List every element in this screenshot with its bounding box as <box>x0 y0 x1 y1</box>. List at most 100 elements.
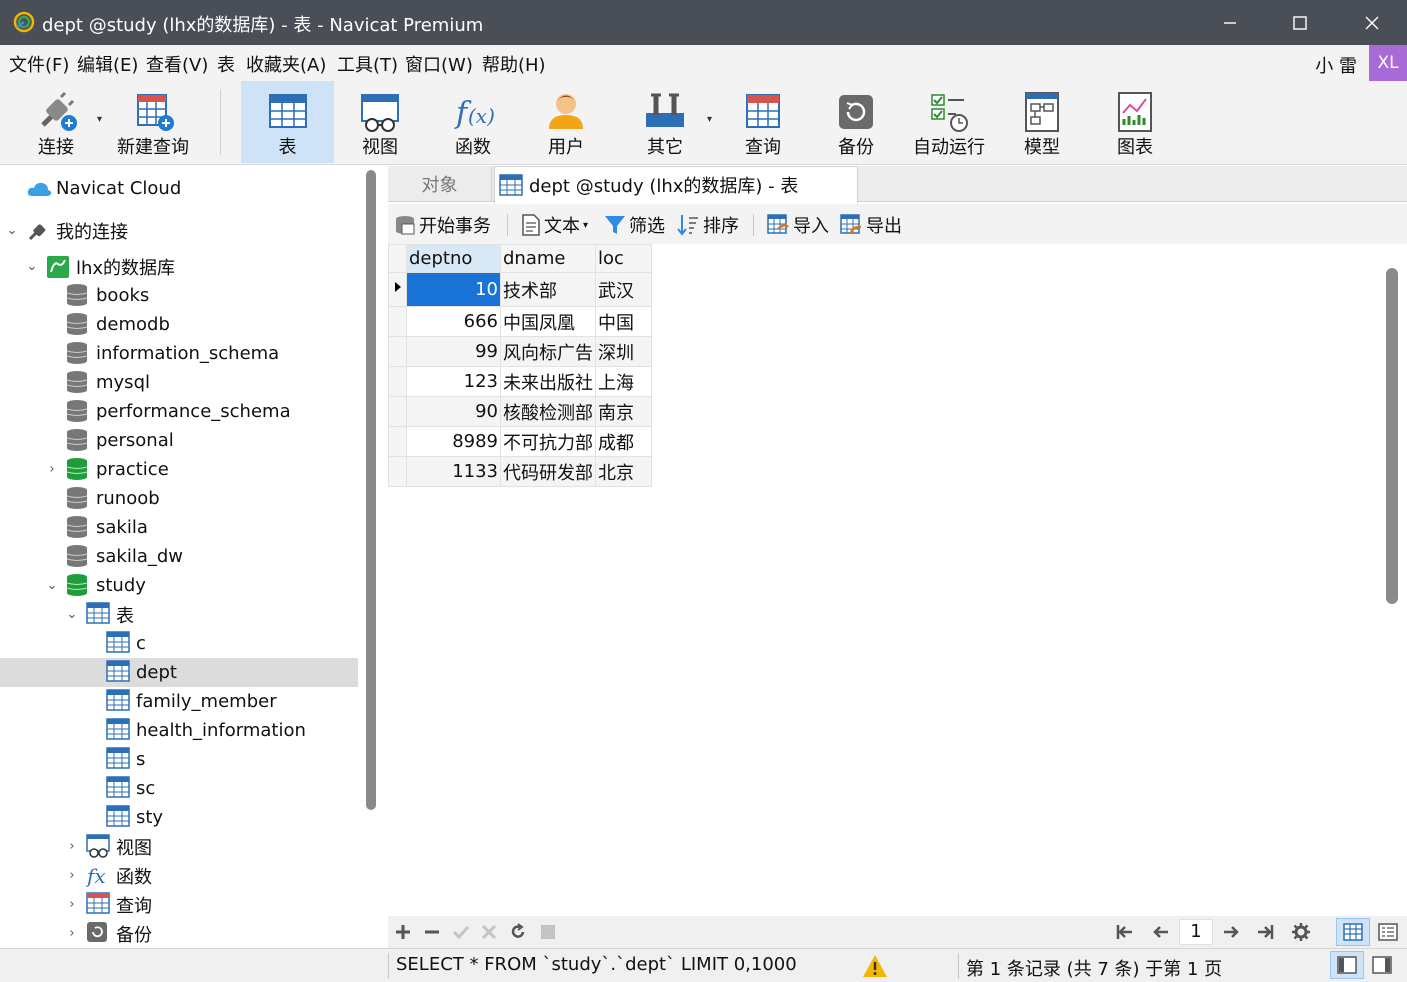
menu-tools[interactable]: 工具(T) <box>337 51 398 77</box>
discard-changes-button[interactable] <box>478 921 500 943</box>
tree-navicat-cloud[interactable]: Navicat Cloud <box>0 174 358 203</box>
chevron-down-icon[interactable]: ⌄ <box>65 607 79 622</box>
previous-page-button[interactable] <box>1150 921 1172 943</box>
tree-db-practice[interactable]: › practice <box>0 455 358 484</box>
tree-db-demodb[interactable]: demodb <box>0 310 358 339</box>
cell-deptno[interactable]: 90 <box>406 396 501 427</box>
cell-loc[interactable]: 深圳 <box>595 336 652 367</box>
cell-loc[interactable]: 成都 <box>595 426 652 457</box>
cell-dname[interactable]: 核酸检测部 <box>500 396 596 427</box>
tree-db-performance-schema[interactable]: performance_schema <box>0 397 358 426</box>
toggle-right-pane-button[interactable] <box>1365 951 1399 979</box>
tree-group-backups[interactable]: › 备份 <box>0 919 358 948</box>
tree-my-connections[interactable]: ⌄ 我的连接 <box>0 216 358 245</box>
table-row[interactable]: 10 技术部 武汉 <box>388 272 652 307</box>
column-header-loc[interactable]: loc <box>595 244 652 273</box>
next-page-button[interactable] <box>1220 921 1242 943</box>
user-name[interactable]: 小 雷 <box>1315 52 1357 78</box>
tree-connection-lhx[interactable]: ⌄ lhx的数据库 <box>0 252 358 281</box>
sort-button[interactable]: 排序 <box>676 212 739 238</box>
cell-loc[interactable]: 北京 <box>595 456 652 487</box>
table-row[interactable]: 1133 代码研发部 北京 <box>388 456 652 487</box>
menu-favorites[interactable]: 收藏夹(A) <box>246 51 326 77</box>
other-dropdown-icon[interactable]: ▾ <box>707 114 712 125</box>
table-row[interactable]: 90 核酸检测部 南京 <box>388 396 652 427</box>
export-button[interactable]: 导出 <box>839 212 902 238</box>
new-query-button[interactable]: 新建查询 <box>110 81 196 163</box>
tree-db-runoob[interactable]: runoob <box>0 484 358 513</box>
filter-button[interactable]: 筛选 <box>604 212 665 238</box>
connect-dropdown-icon[interactable]: ▾ <box>97 114 102 125</box>
menu-window[interactable]: 窗口(W) <box>405 51 473 77</box>
menu-table[interactable]: 表 <box>217 51 235 77</box>
column-header-dname[interactable]: dname <box>500 244 596 273</box>
cell-deptno[interactable]: 1133 <box>406 456 501 487</box>
table-row[interactable]: 8989 不可抗力部 成都 <box>388 426 652 457</box>
tree-db-personal[interactable]: personal <box>0 426 358 455</box>
chevron-down-icon[interactable]: ⌄ <box>45 578 59 593</box>
other-button[interactable]: 其它 <box>628 81 702 163</box>
cell-dname[interactable]: 不可抗力部 <box>500 426 596 457</box>
tab-objects[interactable]: 对象 <box>388 166 492 202</box>
table-button[interactable]: 表 <box>241 81 334 163</box>
model-button[interactable]: 模型 <box>1006 81 1078 163</box>
tab-dept-table[interactable]: dept @study (lhx的数据库) - 表 <box>494 166 858 203</box>
cell-loc[interactable]: 上海 <box>595 366 652 397</box>
backup-button[interactable]: 备份 <box>820 81 892 163</box>
cell-dname[interactable]: 技术部 <box>500 272 596 307</box>
cell-loc[interactable]: 武汉 <box>595 272 652 307</box>
tree-group-functions[interactable]: › fx 函数 <box>0 861 358 890</box>
cell-loc[interactable]: 中国 <box>595 306 652 337</box>
close-button[interactable] <box>1337 0 1407 45</box>
function-button[interactable]: f (x) 函数 <box>437 81 509 163</box>
menu-help[interactable]: 帮助(H) <box>482 51 546 77</box>
apply-changes-button[interactable] <box>450 921 472 943</box>
connect-button[interactable]: 连接 <box>20 81 92 163</box>
tree-table-sc[interactable]: sc <box>0 774 358 803</box>
tree-group-views[interactable]: › 视图 <box>0 832 358 861</box>
tree-db-books[interactable]: books <box>0 281 358 310</box>
chevron-right-icon[interactable]: › <box>65 897 79 912</box>
avatar[interactable]: XL <box>1369 45 1407 81</box>
text-dropdown-icon[interactable]: ▾ <box>583 220 588 231</box>
last-page-button[interactable] <box>1254 921 1276 943</box>
toggle-left-pane-button[interactable] <box>1330 951 1364 979</box>
cell-dname[interactable]: 未来出版社 <box>500 366 596 397</box>
grid-settings-button[interactable] <box>1290 921 1312 943</box>
tree-table-sty[interactable]: sty <box>0 803 358 832</box>
tree-group-tables[interactable]: ⌄ 表 <box>0 600 358 629</box>
cell-dname[interactable]: 风向标广告 <box>500 336 596 367</box>
tree-db-sakila-dw[interactable]: sakila_dw <box>0 542 358 571</box>
chart-button[interactable]: 图表 <box>1099 81 1171 163</box>
table-row[interactable]: 123 未来出版社 上海 <box>388 366 652 397</box>
user-button[interactable]: 用户 <box>530 81 602 163</box>
cell-deptno[interactable]: 8989 <box>406 426 501 457</box>
grid-view-button[interactable] <box>1336 918 1370 946</box>
tree-db-study[interactable]: ⌄ study <box>0 571 358 600</box>
query-button[interactable]: 查询 <box>726 81 800 163</box>
view-button[interactable]: 视图 <box>344 81 416 163</box>
chevron-down-icon[interactable]: ⌄ <box>5 223 19 238</box>
chevron-down-icon[interactable]: ⌄ <box>25 259 39 274</box>
page-number-input[interactable]: 1 <box>1179 919 1213 945</box>
refresh-button[interactable] <box>507 921 529 943</box>
minimize-button[interactable] <box>1195 0 1265 45</box>
tree-db-sakila[interactable]: sakila <box>0 513 358 542</box>
maximize-button[interactable] <box>1265 0 1335 45</box>
tree-table-family-member[interactable]: family_member <box>0 687 358 716</box>
text-button[interactable]: 文本 ▾ <box>521 212 588 238</box>
tree-group-queries[interactable]: › 查询 <box>0 890 358 919</box>
warning-icon[interactable] <box>862 954 888 978</box>
grid-vertical-scrollbar[interactable] <box>1386 268 1398 604</box>
chevron-right-icon[interactable]: › <box>65 926 79 941</box>
add-record-button[interactable] <box>392 921 414 943</box>
cell-deptno[interactable]: 666 <box>406 306 501 337</box>
first-page-button[interactable] <box>1114 921 1136 943</box>
sidebar-scrollbar[interactable] <box>366 170 376 810</box>
form-view-button[interactable] <box>1371 918 1405 946</box>
tree-table-dept[interactable]: dept <box>0 658 358 687</box>
automation-button[interactable]: 自动运行 <box>904 81 994 163</box>
chevron-right-icon[interactable]: › <box>65 868 79 883</box>
tree-db-mysql[interactable]: mysql <box>0 368 358 397</box>
cell-dname[interactable]: 代码研发部 <box>500 456 596 487</box>
